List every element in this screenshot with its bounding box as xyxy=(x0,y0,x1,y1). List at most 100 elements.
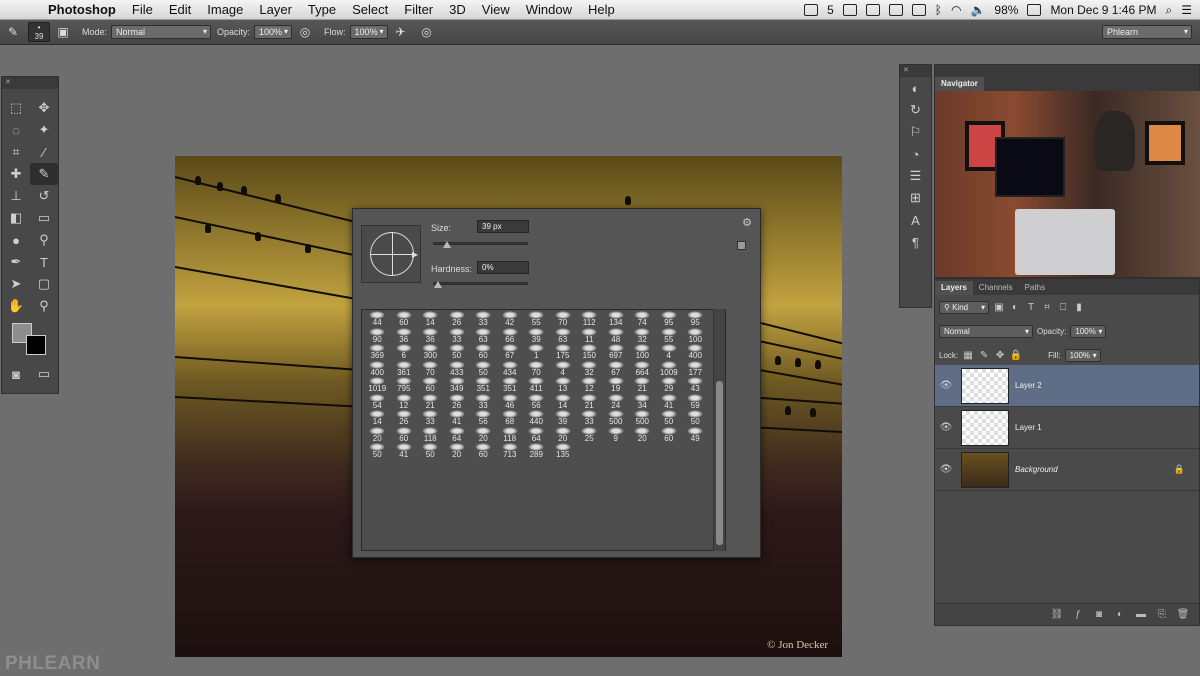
brush-preset-item[interactable]: 50 xyxy=(364,443,391,460)
menu-help[interactable]: Help xyxy=(580,2,623,17)
tab-channels[interactable]: Channels xyxy=(973,281,1019,295)
brush-preset-item[interactable]: 300 xyxy=(417,344,444,361)
brush-preset-item[interactable]: 56 xyxy=(470,410,497,427)
brush-preset-item[interactable]: 12 xyxy=(391,393,418,411)
eyedropper-tool-icon[interactable]: ⁄ xyxy=(30,141,58,163)
move-tool-icon[interactable]: ✥ xyxy=(30,97,58,119)
brush-preset-item[interactable]: 60 xyxy=(391,426,418,444)
image-filter-icon[interactable]: ▣ xyxy=(993,301,1005,313)
eye-icon[interactable]: 👁 xyxy=(935,422,957,433)
brush-preset-item[interactable]: 134 xyxy=(603,311,630,328)
brush-preset-item[interactable]: 36 xyxy=(417,327,444,345)
menu-layer[interactable]: Layer xyxy=(251,2,300,17)
brush-preset-item[interactable]: 25 xyxy=(576,426,603,444)
opacity-field[interactable]: 100% xyxy=(254,25,293,39)
brush-preset-item[interactable]: 14 xyxy=(417,311,444,328)
history-brush-tool-icon[interactable]: ↺ xyxy=(30,185,58,207)
actions-panel-icon[interactable]: ⚐ xyxy=(900,121,931,143)
fill-field[interactable]: 100% xyxy=(1064,348,1101,362)
brush-preset-item[interactable]: 6 xyxy=(391,344,418,361)
brush-preset-item[interactable]: 1009 xyxy=(656,360,683,378)
brush-preset-item[interactable]: 4 xyxy=(656,344,683,361)
brush-preset-item[interactable]: 400 xyxy=(364,360,391,378)
brush-preset-item[interactable]: 433 xyxy=(444,360,471,378)
brush-preset-item[interactable]: 39 xyxy=(523,327,550,345)
layer-name[interactable]: Background xyxy=(1015,465,1058,474)
mode-select[interactable]: Normal xyxy=(111,25,212,39)
brush-preset-item[interactable]: 351 xyxy=(470,377,497,394)
notifications-icon[interactable]: ☰ xyxy=(1181,3,1192,17)
brush-preset-item[interactable]: 60 xyxy=(470,344,497,361)
scrollbar-thumb[interactable] xyxy=(716,381,723,545)
brush-preset-item[interactable]: 1 xyxy=(523,344,550,361)
brush-preset-item[interactable]: 66 xyxy=(497,327,524,345)
wifi-icon[interactable]: ◠ xyxy=(951,3,961,17)
menu-filter[interactable]: Filter xyxy=(396,2,441,17)
brush-preset-item[interactable]: 349 xyxy=(444,377,471,394)
brush-preset-item[interactable]: 70 xyxy=(523,360,550,378)
tools-panel-header[interactable]: ✕ xyxy=(2,77,58,89)
brush-preset-item[interactable]: 44 xyxy=(364,311,391,328)
lock-transparent-icon[interactable]: ▦ xyxy=(962,349,974,361)
brush-preset-item[interactable]: 11 xyxy=(576,327,603,345)
brush-preset-item[interactable]: 20 xyxy=(444,443,471,460)
brush-preset-item[interactable]: 54 xyxy=(364,393,391,411)
battery-percent[interactable]: 98% xyxy=(994,3,1018,17)
layer-opacity-field[interactable]: 100% xyxy=(1070,324,1107,338)
brush-preset-item[interactable]: 118 xyxy=(417,426,444,444)
brush-preset-item[interactable]: 351 xyxy=(497,377,524,394)
volume-icon[interactable]: 🔈 xyxy=(970,3,985,17)
navigator-preview[interactable] xyxy=(935,91,1200,277)
dodge-tool-icon[interactable]: ⚲ xyxy=(30,229,58,251)
layer-row-layer-2[interactable]: 👁 Layer 2 xyxy=(935,365,1199,407)
color-panel-icon[interactable]: ◐ xyxy=(900,77,931,99)
history-panel-icon[interactable]: ↻ xyxy=(900,99,931,121)
size-slider-thumb[interactable] xyxy=(442,241,451,248)
brush-preset-item[interactable]: 9 xyxy=(603,426,630,444)
size-field[interactable]: 39 px xyxy=(477,220,529,233)
brush-preset-item[interactable]: 60 xyxy=(417,377,444,394)
brush-preset-item[interactable]: 26 xyxy=(444,311,471,328)
pressure-size-icon[interactable]: ◎ xyxy=(418,23,436,41)
brush-preset-item[interactable]: 63 xyxy=(550,327,577,345)
brush-preset-item[interactable]: 34 xyxy=(629,393,656,411)
link-icon[interactable]: ⛓ xyxy=(1051,609,1064,621)
brush-preset-item[interactable]: 361 xyxy=(391,360,418,378)
brush-preset-item[interactable]: 41 xyxy=(444,410,471,427)
brush-preset-item[interactable]: 33 xyxy=(576,410,603,427)
brush-preset-item[interactable]: 289 xyxy=(523,443,550,460)
workspace-select[interactable]: Phlearn xyxy=(1102,25,1192,39)
brush-preset-item[interactable]: 135 xyxy=(550,443,577,460)
menu-view[interactable]: View xyxy=(474,2,518,17)
brush-preset-item[interactable]: 55 xyxy=(656,327,683,345)
tab-navigator[interactable]: Navigator xyxy=(935,77,984,91)
brush-preset-item[interactable]: 46 xyxy=(497,393,524,411)
brush-preset-item[interactable]: 12 xyxy=(576,377,603,394)
eye-icon[interactable]: 👁 xyxy=(935,380,957,391)
brush-preset-item[interactable]: 50 xyxy=(417,443,444,460)
brush-preset-item[interactable]: 49 xyxy=(682,426,709,444)
blur-tool-icon[interactable]: ● xyxy=(2,229,30,251)
brush-preset-item[interactable]: 50 xyxy=(656,410,683,427)
adobe-badge[interactable]: 5 xyxy=(827,3,834,17)
flow-field[interactable]: 100% xyxy=(349,25,388,39)
filter-kind-select[interactable]: ⚲ Kind xyxy=(939,300,989,314)
clock-datetime[interactable]: Mon Dec 9 1:46 PM xyxy=(1050,3,1156,17)
airbrush-icon[interactable]: ✈ xyxy=(392,23,410,41)
brush-preset-item[interactable]: 41 xyxy=(656,393,683,411)
adjustments-panel-icon[interactable]: ◔ xyxy=(900,143,931,165)
menu-3d[interactable]: 3D xyxy=(441,2,474,17)
adjustment-layer-icon[interactable]: ◐ xyxy=(1114,609,1126,621)
brush-preset-item[interactable]: 50 xyxy=(470,360,497,378)
brush-preset-item[interactable]: 118 xyxy=(497,426,524,444)
brush-preset-item[interactable]: 33 xyxy=(470,311,497,328)
brush-preset-item[interactable]: 100 xyxy=(629,344,656,361)
brush-preset-item[interactable]: 26 xyxy=(444,393,471,411)
path-select-tool-icon[interactable]: ➤ xyxy=(2,273,30,295)
spotlight-icon[interactable]: ⌕ xyxy=(1166,3,1173,18)
brush-preset-item[interactable]: 41 xyxy=(391,443,418,460)
trash-icon[interactable]: 🗑 xyxy=(1177,609,1190,621)
hardness-field[interactable]: 0% xyxy=(477,261,529,274)
hardness-slider[interactable] xyxy=(433,281,528,288)
new-layer-icon[interactable]: ⎘ xyxy=(1156,609,1168,621)
